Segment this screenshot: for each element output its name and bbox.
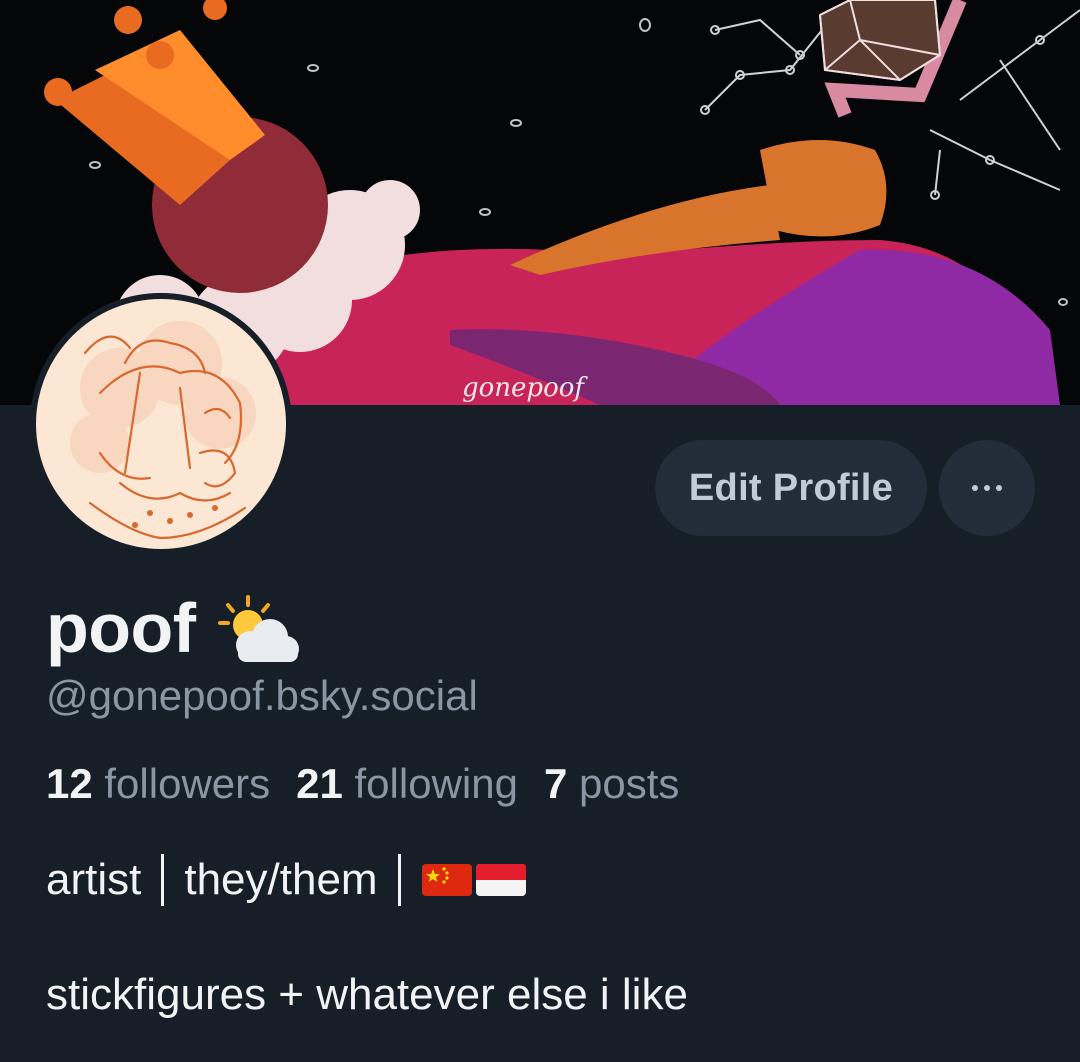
profile-handle: @gonepoof.bsky.social xyxy=(46,672,478,719)
bio-pronouns: they/them xyxy=(184,855,378,904)
followers-link[interactable]: 12 followers xyxy=(46,760,270,807)
divider xyxy=(161,854,165,906)
following-link[interactable]: 21 following xyxy=(296,760,518,807)
sun-behind-cloud-icon xyxy=(217,595,299,662)
display-name: poof xyxy=(46,589,196,667)
following-label: following xyxy=(354,760,518,807)
followers-count: 12 xyxy=(46,760,93,807)
bio-line-2: stickfigures + whatever else i like xyxy=(46,970,688,1019)
avatar[interactable] xyxy=(30,293,292,555)
bio-line-1: artist they/them xyxy=(46,854,529,906)
posts-count: 7 xyxy=(543,760,568,807)
bio-artist: artist xyxy=(46,855,142,904)
following-count: 21 xyxy=(296,760,343,807)
posts-stat: 7 posts xyxy=(544,760,679,807)
china-flag-icon xyxy=(421,864,472,896)
profile-stats: 12 followers 21 following 7 posts xyxy=(46,760,679,808)
edit-profile-button[interactable]: Edit Profile xyxy=(655,440,927,536)
ellipsis-icon xyxy=(972,485,978,491)
profile-name-row: poof xyxy=(46,588,302,668)
divider xyxy=(397,854,401,906)
avatar-image xyxy=(30,293,292,555)
posts-label: posts xyxy=(578,760,680,807)
banner-signature: gonepoof xyxy=(462,373,588,403)
followers-label: followers xyxy=(104,760,271,807)
indonesia-flag-icon xyxy=(475,864,526,896)
more-options-button[interactable] xyxy=(939,440,1035,536)
